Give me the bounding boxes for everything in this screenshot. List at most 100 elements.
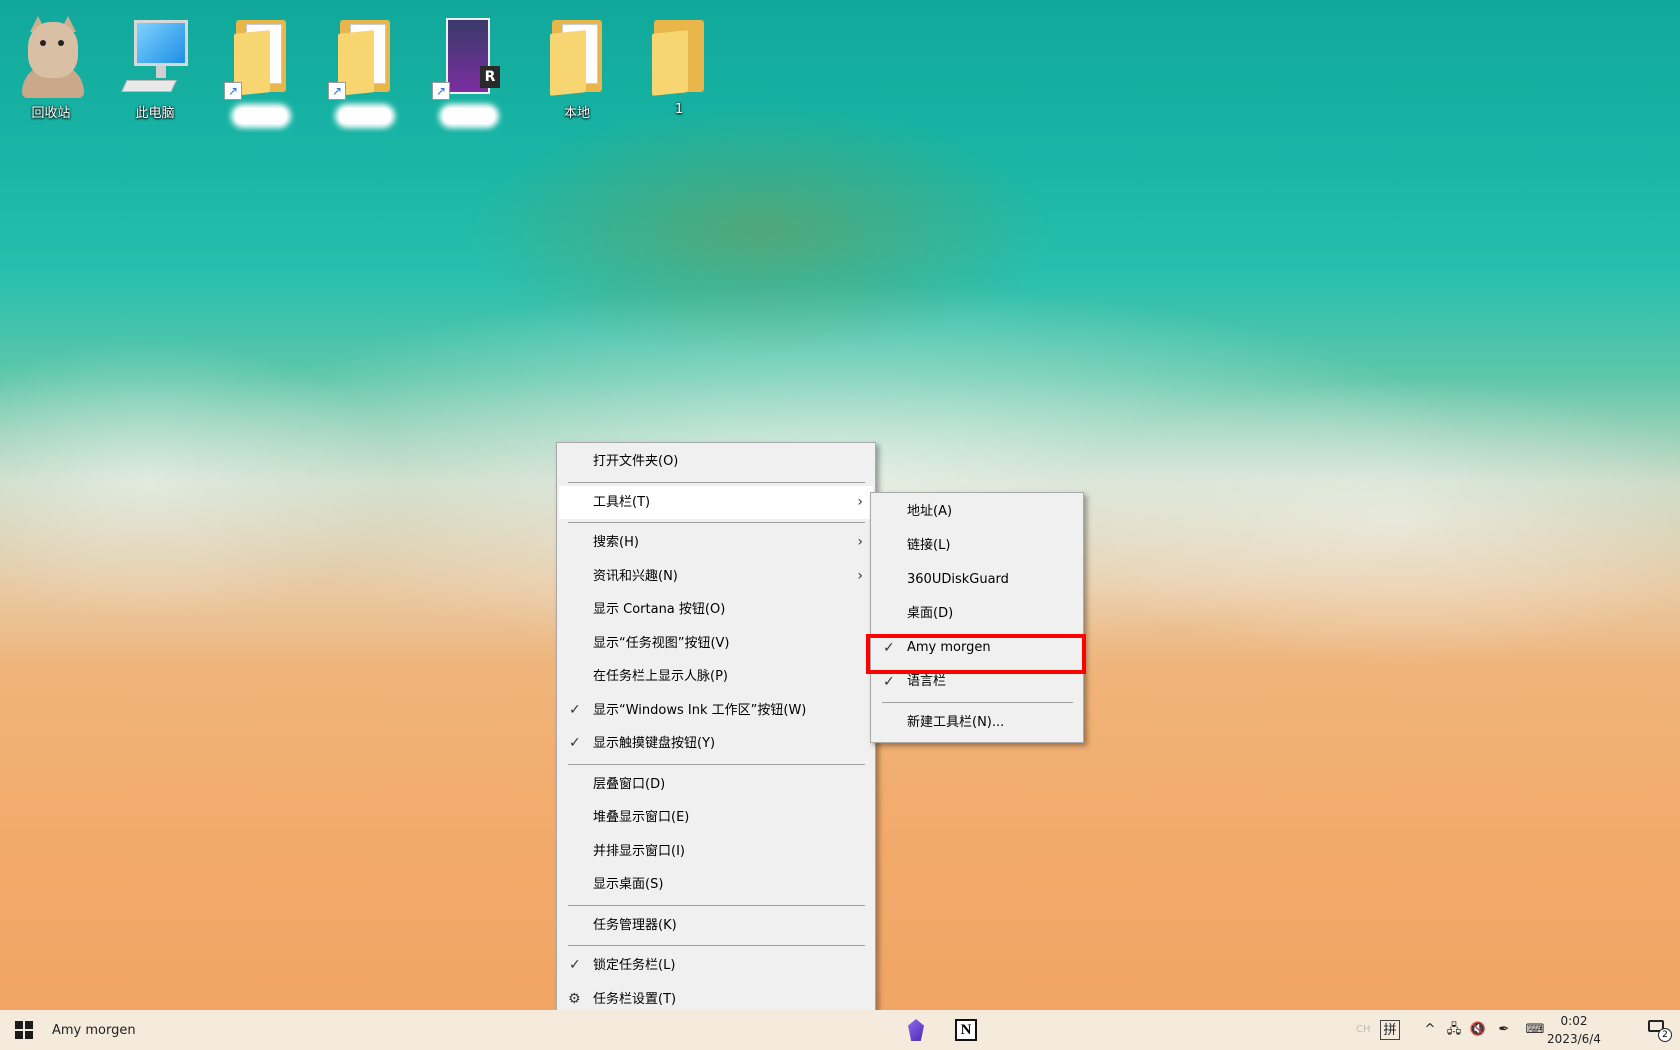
menu-item-label: 打开文件夹(O) xyxy=(593,454,679,469)
menu-item-toolbars[interactable]: 工具栏(T) › xyxy=(559,485,873,519)
network-icon[interactable]: 🖧 xyxy=(1444,1018,1464,1042)
menu-item-show-cortana[interactable]: 显示 Cortana 按钮(O) xyxy=(559,593,873,627)
taskbar-toolbar-amy-morgen[interactable]: Amy morgen xyxy=(52,1023,136,1038)
menu-item-label: 搜索(H) xyxy=(593,535,639,550)
menu-item-lock-taskbar[interactable]: ✓ 锁定任务栏(L) xyxy=(559,949,873,983)
windows-ink-pen-icon[interactable]: ✒ xyxy=(1494,1018,1514,1042)
checkmark-icon: ✓ xyxy=(569,957,581,973)
menu-item-label: 显示桌面(S) xyxy=(593,877,664,892)
menu-item-label: 锁定任务栏(L) xyxy=(593,958,676,973)
submenu-item-language-bar[interactable]: ✓ 语言栏 xyxy=(873,665,1081,699)
submenu-item-new-toolbar[interactable]: 新建工具栏(N)... xyxy=(873,706,1081,740)
desktop-icon-folder-shortcut-2[interactable]: ↗ xyxy=(322,14,408,126)
desktop-icon-label: 回收站 xyxy=(31,106,71,121)
menu-item-show-windows-ink[interactable]: ✓ 显示“Windows Ink 工作区”按钮(W) xyxy=(559,694,873,728)
desktop-icon-folder-shortcut-1[interactable]: ↗ xyxy=(218,14,304,126)
menu-item-label: 任务栏设置(T) xyxy=(593,991,677,1007)
show-hidden-icons-chevron-up-icon[interactable]: ^ xyxy=(1420,1018,1440,1042)
menu-item-show-task-view[interactable]: 显示“任务视图”按钮(V) xyxy=(559,627,873,661)
chevron-right-icon: › xyxy=(857,567,863,584)
menu-item-open-folder[interactable]: 打开文件夹(O) xyxy=(559,445,873,479)
menu-item-label: 层叠窗口(D) xyxy=(593,776,666,792)
submenu-item-links[interactable]: 链接(L) xyxy=(873,529,1081,563)
submenu-item-360udiskguard[interactable]: 360UDiskGuard xyxy=(873,563,1081,597)
desktop-icon-label-redacted xyxy=(443,108,495,124)
menu-separator xyxy=(882,702,1073,703)
menu-separator xyxy=(568,763,865,765)
menu-item-label: 桌面(D) xyxy=(907,606,954,621)
menu-item-label: 语言栏 xyxy=(907,674,947,689)
menu-item-label: Amy morgen xyxy=(907,640,991,655)
menu-item-show-desktop[interactable]: 显示桌面(S) xyxy=(559,868,873,902)
menu-item-label: 资讯和兴趣(N) xyxy=(593,568,678,584)
ime-language-indicator[interactable]: CH xyxy=(1356,1018,1371,1042)
checkmark-icon: ✓ xyxy=(883,674,895,690)
chevron-right-icon: › xyxy=(857,534,863,550)
menu-item-label: 工具栏(T) xyxy=(593,494,651,510)
cat-icon xyxy=(18,14,84,98)
menu-item-label: 360UDiskGuard xyxy=(907,572,1009,587)
clock-time: 0:02 xyxy=(1560,1014,1588,1028)
menu-item-label: 显示触摸键盘按钮(Y) xyxy=(593,736,716,751)
desktop-icon-this-pc[interactable]: 此电脑 xyxy=(112,14,198,126)
menu-item-cascade-windows[interactable]: 层叠窗口(D) xyxy=(559,768,873,802)
submenu-item-address[interactable]: 地址(A) xyxy=(873,495,1081,529)
menu-item-label: 并排显示窗口(I) xyxy=(593,843,685,859)
app-book-icon: R ↗ xyxy=(432,14,502,100)
menu-item-show-people[interactable]: 在任务栏上显示人脉(P) xyxy=(559,660,873,694)
menu-separator xyxy=(568,522,865,523)
folder-icon xyxy=(646,14,712,98)
chevron-right-icon: › xyxy=(857,493,863,510)
shortcut-arrow-icon: ↗ xyxy=(224,82,242,100)
menu-separator xyxy=(568,904,865,906)
ime-mode-indicator[interactable]: 拼 xyxy=(1380,1020,1400,1040)
shortcut-arrow-icon: ↗ xyxy=(432,82,450,100)
menu-item-label: 在任务栏上显示人脉(P) xyxy=(593,669,728,684)
folder-icon: ↗ xyxy=(224,14,294,100)
submenu-item-desktop[interactable]: 桌面(D) xyxy=(873,597,1081,631)
taskbar: Amy morgen N CH 拼 ^ 🖧 🔇 ✒ ⌨ 0:02 2023/6/… xyxy=(0,1010,1680,1050)
checkmark-icon: ✓ xyxy=(569,735,581,751)
folder-icon: ↗ xyxy=(328,14,398,100)
menu-item-label: 任务管理器(K) xyxy=(593,917,677,933)
menu-item-side-by-side[interactable]: 并排显示窗口(I) xyxy=(559,835,873,869)
obsidian-gem-icon xyxy=(908,1019,924,1041)
menu-item-news-interests[interactable]: 资讯和兴趣(N) › xyxy=(559,560,873,594)
submenu-item-amy-morgen[interactable]: ✓ Amy morgen xyxy=(873,631,1081,665)
shortcut-arrow-icon: ↗ xyxy=(328,82,346,100)
menu-item-task-manager[interactable]: 任务管理器(K) xyxy=(559,909,873,943)
windows-logo-icon xyxy=(15,1021,33,1039)
desktop-icon-label: 本地 xyxy=(563,106,590,121)
desktop-icon-label-redacted xyxy=(339,108,391,124)
taskbar-app-obsidian[interactable] xyxy=(900,1014,932,1046)
computer-icon xyxy=(121,14,188,98)
checkmark-icon: ✓ xyxy=(883,640,895,656)
menu-item-label: 地址(A) xyxy=(907,504,953,519)
menu-item-label: 链接(L) xyxy=(907,538,951,553)
desktop-icon-recycle-bin[interactable]: 回收站 xyxy=(8,14,94,126)
taskbar-app-notion[interactable]: N xyxy=(950,1014,982,1046)
desktop-icon-label: 1 xyxy=(674,102,684,117)
menu-separator xyxy=(568,481,865,483)
menu-item-stack-windows[interactable]: 堆叠显示窗口(E) xyxy=(559,801,873,835)
menu-item-label: 新建工具栏(N)... xyxy=(907,715,1005,730)
action-center-button[interactable]: 2 xyxy=(1646,1018,1672,1042)
clock-date: 2023/6/4 xyxy=(1547,1032,1601,1046)
desktop-icon-folder-1[interactable]: 1 xyxy=(636,14,722,126)
checkmark-icon: ✓ xyxy=(569,701,581,718)
taskbar-context-menu: 打开文件夹(O) 工具栏(T) › 搜索(H) › 资讯和兴趣(N) › 显示 Cor… xyxy=(556,442,876,1019)
folder-icon xyxy=(544,14,610,98)
menu-separator xyxy=(568,945,865,946)
menu-item-label: 显示 Cortana 按钮(O) xyxy=(593,602,726,617)
menu-item-label: 显示“Windows Ink 工作区”按钮(W) xyxy=(593,702,807,718)
desktop-icon-app-shortcut[interactable]: R ↗ xyxy=(426,14,512,126)
menu-item-search[interactable]: 搜索(H) › xyxy=(559,526,873,560)
notion-icon: N xyxy=(955,1019,977,1041)
clock[interactable]: 0:02 2023/6/4 xyxy=(1534,1012,1614,1048)
menu-item-label: 堆叠显示窗口(E) xyxy=(593,810,690,825)
volume-muted-icon[interactable]: 🔇 xyxy=(1468,1018,1488,1042)
desktop-icon-label: 此电脑 xyxy=(135,106,175,121)
desktop-icon-local[interactable]: 本地 xyxy=(534,14,620,126)
start-button[interactable] xyxy=(0,1010,48,1050)
menu-item-show-touch-keyboard[interactable]: ✓ 显示触摸键盘按钮(Y) xyxy=(559,727,873,761)
